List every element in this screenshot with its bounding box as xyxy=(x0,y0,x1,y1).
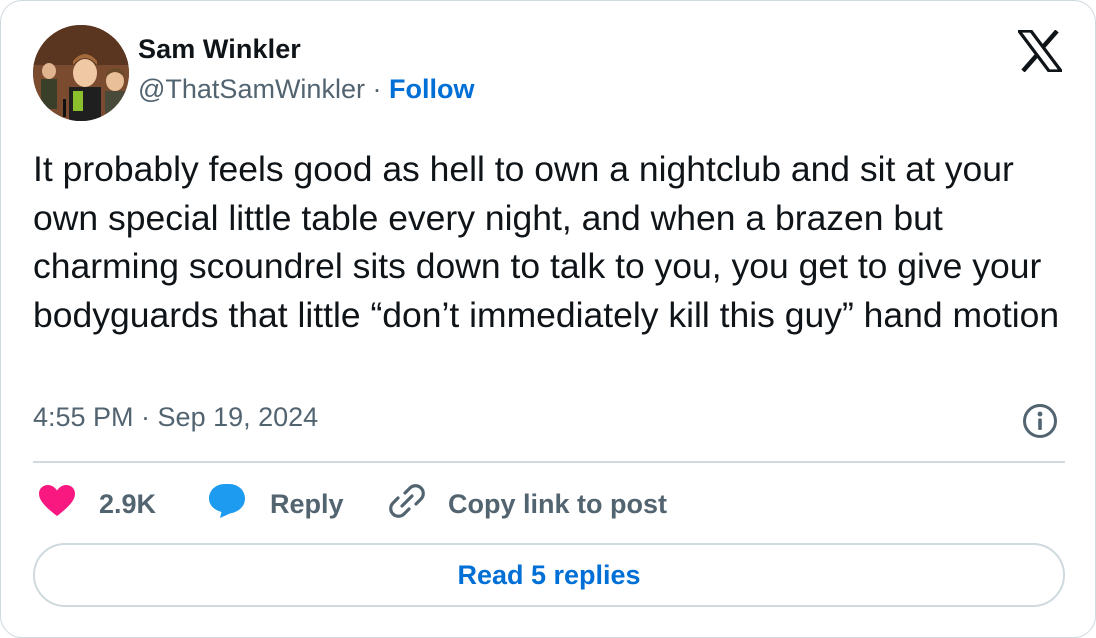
copy-link-label: Copy link to post xyxy=(448,488,667,519)
follow-button[interactable]: Follow xyxy=(389,74,474,104)
link-icon xyxy=(388,482,426,527)
separator-dot: · xyxy=(372,74,382,104)
avatar-photo xyxy=(33,25,129,121)
tweet-timestamp[interactable]: 4:55 PM · Sep 19, 2024 xyxy=(33,402,318,433)
tweet-text: It probably feels good as hell to own a … xyxy=(33,149,1060,335)
info-icon[interactable] xyxy=(1022,403,1058,439)
tweet-card: Sam Winkler @ThatSamWinkler · Follow It … xyxy=(0,0,1096,638)
reply-button[interactable]: Reply xyxy=(208,481,344,527)
author-avatar[interactable] xyxy=(33,25,129,121)
like-button[interactable]: 2.9K xyxy=(39,481,156,527)
speech-bubble-icon xyxy=(208,483,246,526)
heart-icon xyxy=(39,484,75,524)
x-logo-icon[interactable] xyxy=(1015,29,1065,73)
like-count: 2.9K xyxy=(99,488,157,519)
divider xyxy=(33,461,1065,463)
author-handle[interactable]: @ThatSamWinkler xyxy=(138,74,365,104)
copy-link-button[interactable]: Copy link to post xyxy=(388,481,667,527)
reply-label: Reply xyxy=(270,488,344,519)
author-handle-row: @ThatSamWinkler · Follow xyxy=(138,74,474,105)
author-name[interactable]: Sam Winkler xyxy=(138,34,301,65)
read-replies-button[interactable]: Read 5 replies xyxy=(33,543,1065,607)
